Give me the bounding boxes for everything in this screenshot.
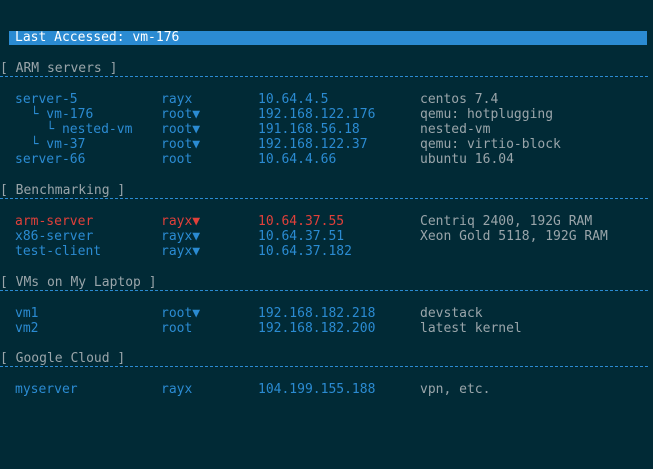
last-accessed-label: Last Accessed: xyxy=(15,30,125,45)
host-row[interactable]: x86-server rayx▼ 10.64.37.51 Xeon Gold 5… xyxy=(0,229,653,244)
host-user: root xyxy=(161,152,193,167)
host-ip: 10.64.37.51 xyxy=(258,229,345,244)
host-name: vm1 xyxy=(15,306,39,321)
host-user: root▼ xyxy=(161,122,201,137)
host-name: server-5 xyxy=(15,92,78,107)
host-ip: 10.64.37.55 xyxy=(258,214,345,229)
host-user: rayx xyxy=(161,382,193,397)
host-ip: 192.168.182.218 xyxy=(258,306,376,321)
host-name: vm2 xyxy=(15,321,39,336)
host-row[interactable]: server-5 rayx 10.64.4.5 centos 7.4 xyxy=(0,92,653,107)
host-row[interactable]: vm1 root▼ 192.168.182.218 devstack xyxy=(0,306,653,321)
host-desc: devstack xyxy=(420,306,483,321)
host-desc: qemu: virtio-block xyxy=(420,137,561,152)
host-name: └ vm-37 xyxy=(15,137,86,152)
host-user: root▼ xyxy=(161,107,201,122)
host-row[interactable]: test-client rayx▼ 10.64.37.182 xyxy=(0,244,653,259)
host-ip: 10.64.37.182 xyxy=(258,244,352,259)
host-name: └ vm-176 xyxy=(15,107,94,122)
group-title: [ ARM servers ] xyxy=(0,61,118,76)
group-divider xyxy=(0,76,648,78)
host-name: test-client xyxy=(15,244,102,259)
host-ip: 104.199.155.188 xyxy=(258,382,376,397)
host-desc: latest kernel xyxy=(420,321,522,336)
host-row[interactable]: └ vm-176 root▼ 192.168.122.176 qemu: hot… xyxy=(0,107,653,122)
host-name: arm-server xyxy=(15,214,94,229)
host-ip: 192.168.122.37 xyxy=(258,137,368,152)
group-divider xyxy=(0,366,648,368)
last-accessed-value: vm-176 xyxy=(132,30,180,45)
host-desc: nested-vm xyxy=(420,122,491,137)
host-name: x86-server xyxy=(15,229,94,244)
host-name: └ nested-vm xyxy=(15,122,133,137)
host-name: myserver xyxy=(15,382,78,397)
host-user: rayx▼ xyxy=(161,244,201,259)
host-ip: 192.168.182.200 xyxy=(258,321,376,336)
host-row[interactable]: └ vm-37 root▼ 192.168.122.37 qemu: virti… xyxy=(0,137,653,152)
host-ip: 191.168.56.18 xyxy=(258,122,360,137)
host-desc: Centriq 2400, 192G RAM xyxy=(420,214,593,229)
host-row[interactable]: vm2 root 192.168.182.200 latest kernel xyxy=(0,321,653,336)
host-ip: 10.64.4.5 xyxy=(258,92,329,107)
group-title: [ Google Cloud ] xyxy=(0,351,126,366)
host-user: rayx▼ xyxy=(161,214,201,229)
host-row[interactable]: └ nested-vm root▼ 191.168.56.18 nested-v… xyxy=(0,122,653,137)
host-ip: 192.168.122.176 xyxy=(258,107,376,122)
group-divider xyxy=(0,290,648,292)
host-user: root▼ xyxy=(161,306,201,321)
terminal-window: Last Accessed: vm-176 [ ARM servers ] se… xyxy=(0,0,653,469)
group-divider xyxy=(0,198,648,200)
host-desc: centos 7.4 xyxy=(420,92,499,107)
host-row-selected[interactable]: arm-server rayx▼ 10.64.37.55 Centriq 240… xyxy=(0,214,653,229)
host-row[interactable]: server-66 root 10.64.4.66 ubuntu 16.04 xyxy=(0,152,653,167)
host-row[interactable]: myserver rayx 104.199.155.188 vpn, etc. xyxy=(0,382,653,397)
host-desc: qemu: hotplugging xyxy=(420,107,554,122)
host-user: rayx xyxy=(161,92,193,107)
host-user: rayx▼ xyxy=(161,229,201,244)
host-ip: 10.64.4.66 xyxy=(258,152,337,167)
group-title: [ Benchmarking ] xyxy=(0,183,126,198)
host-name: server-66 xyxy=(15,152,86,167)
host-desc: vpn, etc. xyxy=(420,382,491,397)
host-user: root▼ xyxy=(161,137,201,152)
host-user: root xyxy=(161,321,193,336)
host-desc: ubuntu 16.04 xyxy=(420,152,514,167)
group-title: [ VMs on My Laptop ] xyxy=(0,275,157,290)
last-accessed-bar: Last Accessed: vm-176 xyxy=(9,31,647,45)
host-desc: Xeon Gold 5118, 192G RAM xyxy=(420,229,608,244)
